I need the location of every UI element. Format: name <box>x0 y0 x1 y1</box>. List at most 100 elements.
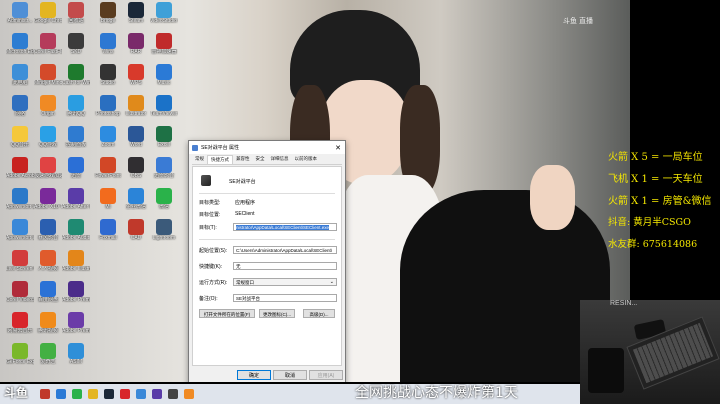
desktop-icon[interactable]: 极速游戏加速器 <box>34 157 62 179</box>
taskbar-app-icon[interactable] <box>120 389 130 399</box>
desktop-icon[interactable]: 网易云音乐 <box>6 312 34 334</box>
desktop-icon[interactable]: Foxmail <box>94 219 122 241</box>
desktop-icon[interactable]: 企业微信 <box>122 188 150 210</box>
desktop-icon-label: OBS <box>130 173 142 179</box>
desktop-icon[interactable]: Adobe Illustrat... <box>62 250 90 272</box>
app-icon <box>156 64 172 80</box>
desktop-icon[interactable]: Adobe Acrobat DC <box>6 157 34 179</box>
run-select[interactable]: 常规窗口 <box>233 278 337 286</box>
taskbar-app-icon[interactable] <box>184 389 194 399</box>
desktop-icon[interactable]: Corel FastFlic... <box>34 33 62 55</box>
advanced-button[interactable]: 高级(D)... <box>303 309 335 318</box>
taskbar-app-icon[interactable] <box>40 389 50 399</box>
desktop-icon[interactable]: Excel <box>150 126 178 148</box>
desktop-icon[interactable]: Microsoft Edge <box>6 33 34 55</box>
desktop-icon[interactable]: 迅雷 <box>62 157 90 179</box>
desktop-icon[interactable]: 迅雷影音 <box>150 157 178 179</box>
desktop-icon[interactable]: 网络 <box>6 95 34 117</box>
desktop-icon[interactable]: Adobe Premiere... <box>62 281 90 303</box>
app-icon <box>40 188 56 204</box>
apply-button[interactable]: 应用(A) <box>309 370 343 380</box>
desktop-icon[interactable]: Word <box>122 126 150 148</box>
taskbar-app-icon[interactable] <box>104 389 114 399</box>
tab-shortcut[interactable]: 快捷方式 <box>207 155 233 164</box>
desktop-icon[interactable]: 雷神加速器 <box>150 33 178 55</box>
ok-button[interactable]: 确定 <box>237 370 271 380</box>
desktop-icon[interactable]: Google Chrome <box>34 2 62 24</box>
desktop-icon[interactable]: SKD <box>62 33 90 55</box>
tab-security[interactable]: 安全 <box>253 155 268 164</box>
desktop-icon[interactable]: Corel VideoStud... <box>6 281 34 303</box>
tab-compatibility[interactable]: 兼容性 <box>233 155 253 164</box>
desktop-icon[interactable]: Lightroom <box>150 219 178 241</box>
start-in-input[interactable]: C:\Users\Administrator\AppData\Local\SEC… <box>233 246 337 254</box>
desktop-icon[interactable]: 腾讯视频 <box>34 312 62 334</box>
desktop-icon[interactable]: TeamViewer <box>150 95 178 117</box>
desktop-icon[interactable]: RAR <box>122 33 150 55</box>
desktop-icon[interactable]: Wins <box>94 33 122 55</box>
desktop-icon[interactable]: 回收站 <box>62 2 90 24</box>
taskbar-app-icon[interactable] <box>88 389 98 399</box>
desktop-icon[interactable]: Music <box>150 64 178 86</box>
desktop-icon[interactable]: Cash for Windows <box>62 64 90 86</box>
tab-strip: 常规 快捷方式 兼容性 安全 详细信息 以前的版本 <box>192 155 342 165</box>
desktop-icon[interactable]: Mi <box>94 188 122 210</box>
desktop-icon[interactable]: Administr... <box>6 2 34 24</box>
desktop-icon[interactable]: Adobe After Effects CC <box>62 188 90 210</box>
app-icon <box>68 312 84 328</box>
target-input[interactable]: nistrator\AppData\Local\SEClient\SEClien… <box>233 223 337 231</box>
desktop-icon[interactable]: PowerPoint <box>94 157 122 179</box>
desktop-icon[interactable]: Zoom <box>94 126 122 148</box>
taskbar-app-icon[interactable] <box>72 389 82 399</box>
desktop-icon[interactable]: Apowersoft 录屏王 <box>6 188 34 210</box>
desktop-icon[interactable]: 腾讯QQ <box>62 95 90 117</box>
desktop-icon[interactable]: 此电脑 <box>6 64 34 86</box>
desktop-icon[interactable]: ASIM <box>62 343 90 365</box>
desktop-icon[interactable]: Illustrator <box>122 95 150 117</box>
desktop-icon[interactable]: OBS <box>122 157 150 179</box>
dialog-titlebar[interactable]: SE对战平台 属性 ✕ <box>189 141 345 154</box>
change-icon-button[interactable]: 更改图标(C)... <box>259 309 295 318</box>
comment-input[interactable]: SE对战平台 <box>233 294 337 302</box>
hotkey-input[interactable]: 无 <box>233 262 337 270</box>
desktop-icon[interactable]: Adobe Premiere... <box>62 312 90 334</box>
desktop-icon-label: QQ游戏 <box>39 142 57 148</box>
desktop-icon[interactable]: QQ游戏 <box>34 126 62 148</box>
desktop-icon[interactable]: GeForce Experience <box>6 343 34 365</box>
desktop-icon[interactable]: Photoshop <box>94 95 122 117</box>
open-file-location-button[interactable]: 打开文件所在的位置(F) <box>199 309 255 318</box>
desktop-icon[interactable]: 人人视频 <box>34 250 62 272</box>
desktop-icon[interactable]: WPS <box>122 64 150 86</box>
desktop-icon[interactable]: 微信 <box>150 188 178 210</box>
desktop-icon[interactable]: Origin <box>34 95 62 117</box>
tab-general[interactable]: 常规 <box>192 155 207 164</box>
desktop-icon[interactable]: Bridge <box>94 2 122 24</box>
cancel-button[interactable]: 取消 <box>273 370 307 380</box>
desktop-icon-label: 雷神加速器 <box>151 49 177 55</box>
desktop-icon[interactable]: CAD <box>122 219 150 241</box>
taskbar-app-icon[interactable] <box>56 389 66 399</box>
desktop-icon[interactable]: 百度网盘 <box>34 281 62 303</box>
desktop-icon[interactable]: VideoStudio Pro <box>150 2 178 24</box>
desktop-icon[interactable]: 控制面板 <box>62 126 90 148</box>
desktop-icon[interactable]: Steam <box>122 2 150 24</box>
dialog-title: SE对战平台 属性 <box>201 145 240 151</box>
taskbar-app-icon[interactable] <box>152 389 162 399</box>
tab-previous-versions[interactable]: 以前的版本 <box>292 155 321 164</box>
taskbar-app-icon[interactable] <box>168 389 178 399</box>
desktop-icon[interactable]: Live Screen Capture <box>6 250 34 272</box>
taskbar-app-icon[interactable] <box>136 389 146 399</box>
promo-douyin: 抖音: 黄月半CSGO <box>608 217 691 228</box>
desktop-icon[interactable]: 爱奇艺 <box>34 343 62 365</box>
desktop-icon[interactable]: 暴风影音 <box>34 219 62 241</box>
desktop-icon[interactable]: Studio <box>94 64 122 86</box>
desktop-icon[interactable]: Adobe X10 Transl... <box>34 188 62 210</box>
desktop-icon[interactable]: Apowersoft 录屏王 <box>6 219 34 241</box>
desktop-icon[interactable]: QQ音乐 <box>6 126 34 148</box>
desktop-icon-label: Apowersoft 录屏王 <box>6 204 34 210</box>
close-icon[interactable]: ✕ <box>331 144 345 152</box>
desktop-icon[interactable]: Adobe Audition CC <box>62 219 90 241</box>
tab-details[interactable]: 详细信息 <box>268 155 292 164</box>
shortcut-name: SE对战平台 <box>229 179 256 185</box>
desktop-icon[interactable]: Mindjet MindMan... <box>34 64 62 86</box>
